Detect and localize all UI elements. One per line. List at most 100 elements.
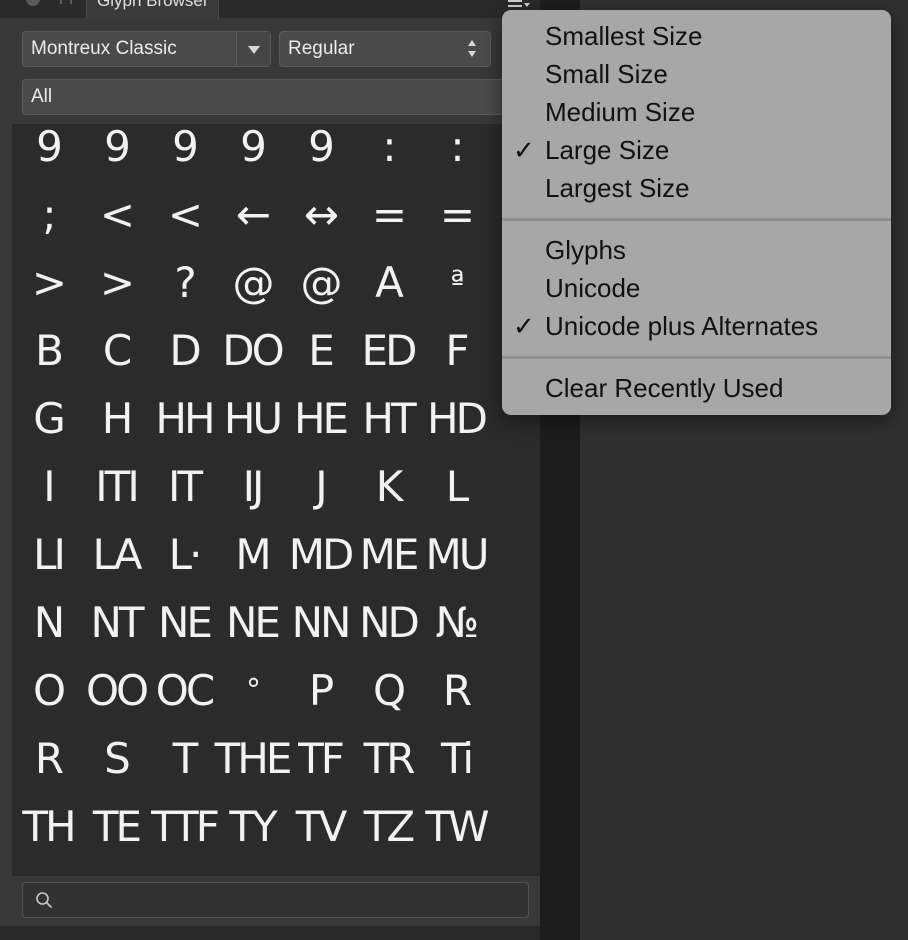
glyph-cell[interactable]: @ <box>218 248 286 316</box>
pin-icon[interactable] <box>60 0 72 4</box>
menu-separator <box>502 356 891 359</box>
tab-glyph-browser[interactable]: Glyph Browser <box>86 0 220 19</box>
glyph-cell[interactable]: HT <box>354 384 422 452</box>
glyph-cell[interactable]: TW <box>422 792 490 860</box>
glyph-cell[interactable]: D <box>150 316 218 384</box>
glyph-cell[interactable]: TF <box>286 724 354 792</box>
glyph-cell[interactable]: L· <box>150 520 218 588</box>
glyph-row: N NT NE NE NN ND № <box>14 588 494 656</box>
glyph-cell[interactable]: OC <box>150 656 218 724</box>
glyph-cell[interactable]: < <box>150 180 218 248</box>
glyph-cell[interactable]: B <box>14 316 82 384</box>
glyph-cell[interactable]: TTF <box>150 792 220 860</box>
glyph-cell[interactable]: HE <box>286 384 354 452</box>
glyph-cell[interactable]: IT <box>150 452 218 520</box>
glyph-cell[interactable]: > <box>14 248 82 316</box>
glyph-cell[interactable]: 9 <box>82 124 150 180</box>
glyph-cell[interactable]: № <box>422 588 490 656</box>
panel-menu-icon[interactable] <box>506 0 532 10</box>
glyph-cell[interactable]: F <box>422 316 490 384</box>
font-style-select[interactable]: Regular <box>279 31 491 67</box>
glyph-cell[interactable]: LI <box>14 520 82 588</box>
glyph-cell[interactable]: 9 <box>286 124 354 180</box>
glyph-cell[interactable]: MU <box>422 520 490 588</box>
glyph-cell[interactable]: = <box>354 180 422 248</box>
glyph-cell[interactable]: MD <box>286 520 355 588</box>
glyph-cell[interactable]: L <box>422 452 490 520</box>
glyph-cell[interactable]: T <box>150 724 218 792</box>
glyph-cell[interactable]: NT <box>82 588 150 656</box>
glyph-cell[interactable]: DO <box>218 316 286 384</box>
glyph-cell[interactable]: P <box>286 656 354 724</box>
glyph-cell[interactable]: A <box>354 248 422 316</box>
glyph-cell[interactable]: @ <box>286 248 354 316</box>
glyph-row: > >? @ @ Aª <box>14 248 494 316</box>
glyph-cell[interactable]: TR <box>354 724 422 792</box>
glyph-cell[interactable]: ; <box>14 180 82 248</box>
glyph-row: O OO OC ° P Q R <box>14 656 494 724</box>
menu-item-medium-size[interactable]: Medium Size <box>502 93 891 131</box>
glyph-cell[interactable]: J <box>286 452 354 520</box>
menu-item-largest-size[interactable]: Largest Size <box>502 169 891 207</box>
glyph-cell[interactable]: O <box>14 656 82 724</box>
glyph-category-select[interactable]: All <box>22 79 522 115</box>
glyph-cell[interactable]: LA <box>82 520 150 588</box>
glyph-cell[interactable]: ME <box>354 520 422 588</box>
glyph-cell[interactable]: ↔ <box>286 180 354 248</box>
glyph-cell[interactable]: ← <box>218 180 286 248</box>
glyph-cell[interactable]: HH <box>150 384 218 452</box>
menu-item-small-size[interactable]: Small Size <box>502 55 891 93</box>
menu-item-unicode[interactable]: Unicode <box>502 269 891 307</box>
glyph-cell[interactable]: : <box>354 124 422 180</box>
menu-item-clear-recently-used[interactable]: Clear Recently Used <box>502 369 891 407</box>
glyph-cell[interactable]: ª <box>422 248 490 316</box>
chevron-down-icon[interactable] <box>236 32 270 66</box>
glyph-cell[interactable]: NE <box>150 588 218 656</box>
glyph-cell[interactable]: TV <box>286 792 354 860</box>
glyph-cell[interactable]: R <box>14 724 82 792</box>
glyph-cell[interactable]: < <box>82 180 150 248</box>
glyph-cell[interactable]: ITI <box>82 452 150 520</box>
menu-item-label: Unicode <box>545 273 641 303</box>
search-input[interactable] <box>22 882 529 918</box>
menu-item-unicode-plus-alternates[interactable]: ✓ Unicode plus Alternates <box>502 307 891 345</box>
glyph-cell[interactable]: : <box>422 124 490 180</box>
glyph-cell[interactable]: THE <box>215 724 293 792</box>
glyph-cell[interactable]: N <box>14 588 82 656</box>
glyph-cell[interactable]: S <box>82 724 150 792</box>
glyph-cell[interactable]: > <box>82 248 150 316</box>
glyph-cell[interactable]: G <box>14 384 82 452</box>
glyph-cell[interactable]: TY <box>218 792 286 860</box>
glyph-cell[interactable]: ? <box>150 248 218 316</box>
glyph-cell[interactable]: ° <box>218 656 286 724</box>
glyph-cell[interactable]: 9 <box>218 124 286 180</box>
glyph-cell[interactable]: H <box>82 384 150 452</box>
glyph-cell[interactable]: I <box>14 452 82 520</box>
glyph-cell[interactable]: NN <box>286 588 354 656</box>
close-icon[interactable] <box>26 0 40 6</box>
glyph-cell[interactable]: TE <box>82 792 150 860</box>
glyph-cell[interactable]: HD <box>422 384 490 452</box>
glyph-cell[interactable]: E <box>286 316 354 384</box>
menu-item-smallest-size[interactable]: Smallest Size <box>502 17 891 55</box>
glyph-cell[interactable]: NE <box>218 588 286 656</box>
glyph-cell[interactable]: K <box>354 452 422 520</box>
glyph-cell[interactable]: = <box>422 180 490 248</box>
glyph-cell[interactable]: TZ <box>354 792 422 860</box>
glyph-cell[interactable]: 9 <box>150 124 218 180</box>
glyph-cell[interactable]: ED <box>354 316 422 384</box>
glyph-cell[interactable]: R <box>422 656 490 724</box>
glyph-cell[interactable]: C <box>82 316 150 384</box>
glyph-cell[interactable]: Ti <box>422 724 490 792</box>
glyph-cell[interactable]: Q <box>354 656 422 724</box>
font-family-select[interactable]: Montreux Classic <box>22 31 271 67</box>
glyph-cell[interactable]: TH <box>14 792 82 860</box>
glyph-cell[interactable]: ND <box>354 588 422 656</box>
glyph-cell[interactable]: 9 <box>14 124 82 180</box>
glyph-cell[interactable]: OO <box>82 656 150 724</box>
menu-item-large-size[interactable]: ✓ Large Size <box>502 131 891 169</box>
glyph-cell[interactable]: M <box>218 520 286 588</box>
menu-item-glyphs[interactable]: Glyphs <box>502 231 891 269</box>
glyph-cell[interactable]: IJ <box>218 452 286 520</box>
glyph-cell[interactable]: HU <box>218 384 286 452</box>
